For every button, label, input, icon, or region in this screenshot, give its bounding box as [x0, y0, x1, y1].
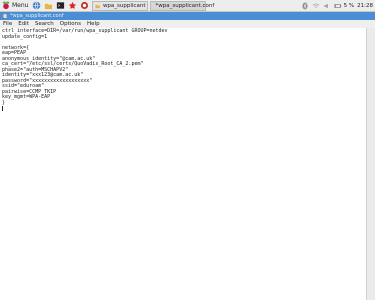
raspberry-pi-icon [2, 1, 10, 10]
editor-line: update_config=1 [2, 33, 48, 40]
bluetooth-icon [302, 2, 308, 10]
terminal-icon [56, 2, 65, 9]
battery-percent: 5 % [343, 3, 355, 9]
text-caret [2, 106, 3, 111]
menu-file[interactable]: File [0, 21, 15, 27]
system-tray: 5 % 21:28 [298, 0, 373, 12]
taskbar: Menu wpa_supplicant *wpa_supplicant.conf [0, 0, 375, 12]
folder-icon [96, 4, 101, 8]
menu-help[interactable]: Help [84, 21, 103, 27]
taskbar-task-wpa-supplicant[interactable]: wpa_supplicant [92, 0, 149, 11]
menubar: File Edit Search Options Help [0, 20, 375, 28]
app-menu-button[interactable]: Menu [0, 0, 30, 12]
bluetooth-button[interactable] [301, 2, 309, 10]
text-editor-area[interactable]: ctrl_interface=DIR=/var/run/wpa_supplica… [0, 28, 366, 300]
menu-options[interactable]: Options [57, 21, 84, 27]
vertical-scrollbar[interactable] [366, 28, 375, 300]
menu-label: Menu [12, 2, 29, 9]
task-label: wpa_supplicant [102, 2, 146, 9]
file-manager-launcher[interactable] [43, 1, 53, 11]
editor-line: key_mgmt=WPA-EAP [2, 94, 51, 100]
web-browser-launcher[interactable] [31, 1, 41, 11]
window-titlebar[interactable]: *wpa_supplicant.conf [0, 12, 375, 20]
clock[interactable]: 21:28 [357, 3, 373, 9]
wifi-button[interactable] [312, 2, 320, 10]
window-title: *wpa_supplicant.conf [10, 13, 64, 19]
math-launcher[interactable] [67, 1, 77, 11]
volume-button[interactable] [323, 2, 331, 10]
taskbar-task-wpa-supplicant-conf[interactable]: *wpa_supplicant.conf [150, 0, 214, 11]
task-label: *wpa_supplicant.conf [155, 2, 215, 9]
menu-edit[interactable]: Edit [15, 21, 32, 27]
battery-icon [334, 4, 341, 8]
games-launcher[interactable] [79, 1, 89, 11]
wolfram-icon [68, 1, 77, 9]
text-editor-icon [3, 13, 7, 19]
python-games-icon [80, 1, 89, 10]
wifi-icon [312, 3, 320, 8]
menu-search[interactable]: Search [32, 21, 57, 27]
battery-button[interactable] [334, 2, 342, 10]
terminal-launcher[interactable] [55, 1, 65, 11]
globe-icon [32, 1, 41, 10]
folder-icon [44, 3, 53, 10]
speaker-icon [323, 3, 328, 9]
